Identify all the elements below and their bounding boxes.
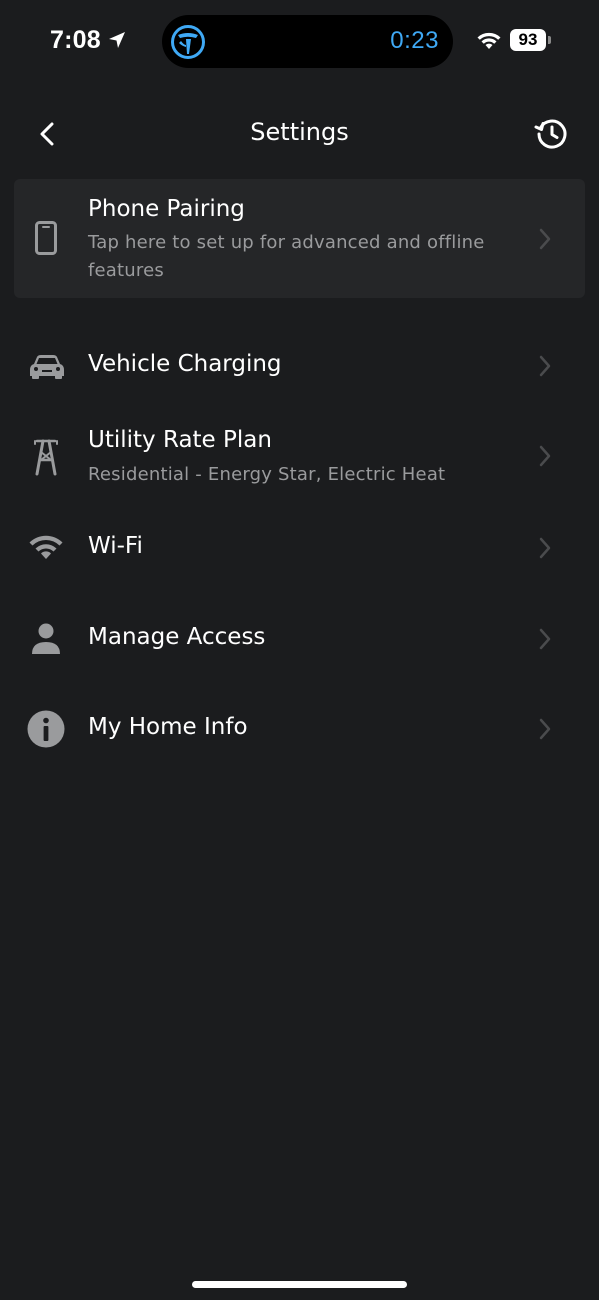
settings-item-subtitle: Tap here to set up for advanced and offl… [88,232,485,281]
settings-item-title: Wi-Fi [88,533,143,559]
settings-item-utility-rate-plan[interactable]: Utility Rate Plan Residential - Energy S… [14,420,585,495]
chevron-right-icon [539,445,551,467]
chevron-right-icon [539,628,551,650]
status-bar: 7:08 0:23 93 [0,0,599,82]
power-tower-icon [34,439,58,476]
phone-icon [35,221,57,255]
history-button[interactable] [533,115,571,153]
settings-item-vehicle-charging[interactable]: Vehicle Charging [14,336,585,396]
chevron-right-icon [539,537,551,559]
island-timer: 0:23 [390,27,439,54]
settings-item-my-home-info[interactable]: My Home Info [14,699,585,759]
wifi-icon [29,535,63,559]
settings-item-title: My Home Info [88,714,248,740]
settings-item-subtitle: Residential - Energy Star, Electric Heat [88,464,446,485]
charging-app-icon [171,25,205,59]
chevron-right-icon [539,718,551,740]
page-title: Settings [250,118,349,146]
wifi-signal-icon [477,32,501,49]
settings-item-title: Vehicle Charging [88,351,282,377]
settings-item-title: Phone Pairing [88,196,245,222]
chevron-right-icon [539,228,551,250]
settings-item-wifi[interactable]: Wi-Fi [14,518,585,578]
person-icon [32,623,60,654]
settings-item-manage-access[interactable]: Manage Access [14,609,585,669]
battery-nub [548,36,551,44]
history-icon [534,119,567,149]
info-icon [27,710,65,748]
location-arrow-icon [109,32,125,48]
settings-item-title: Manage Access [88,624,266,650]
car-icon [30,355,64,379]
home-indicator[interactable] [192,1281,407,1288]
settings-item-title: Utility Rate Plan [88,427,272,453]
settings-item-phone-pairing[interactable]: Phone Pairing Tap here to set up for adv… [14,179,585,298]
chevron-right-icon [539,355,551,377]
battery-indicator: 93 [510,29,546,51]
status-time: 7:08 [50,26,101,54]
dynamic-island[interactable]: 0:23 [162,15,453,68]
